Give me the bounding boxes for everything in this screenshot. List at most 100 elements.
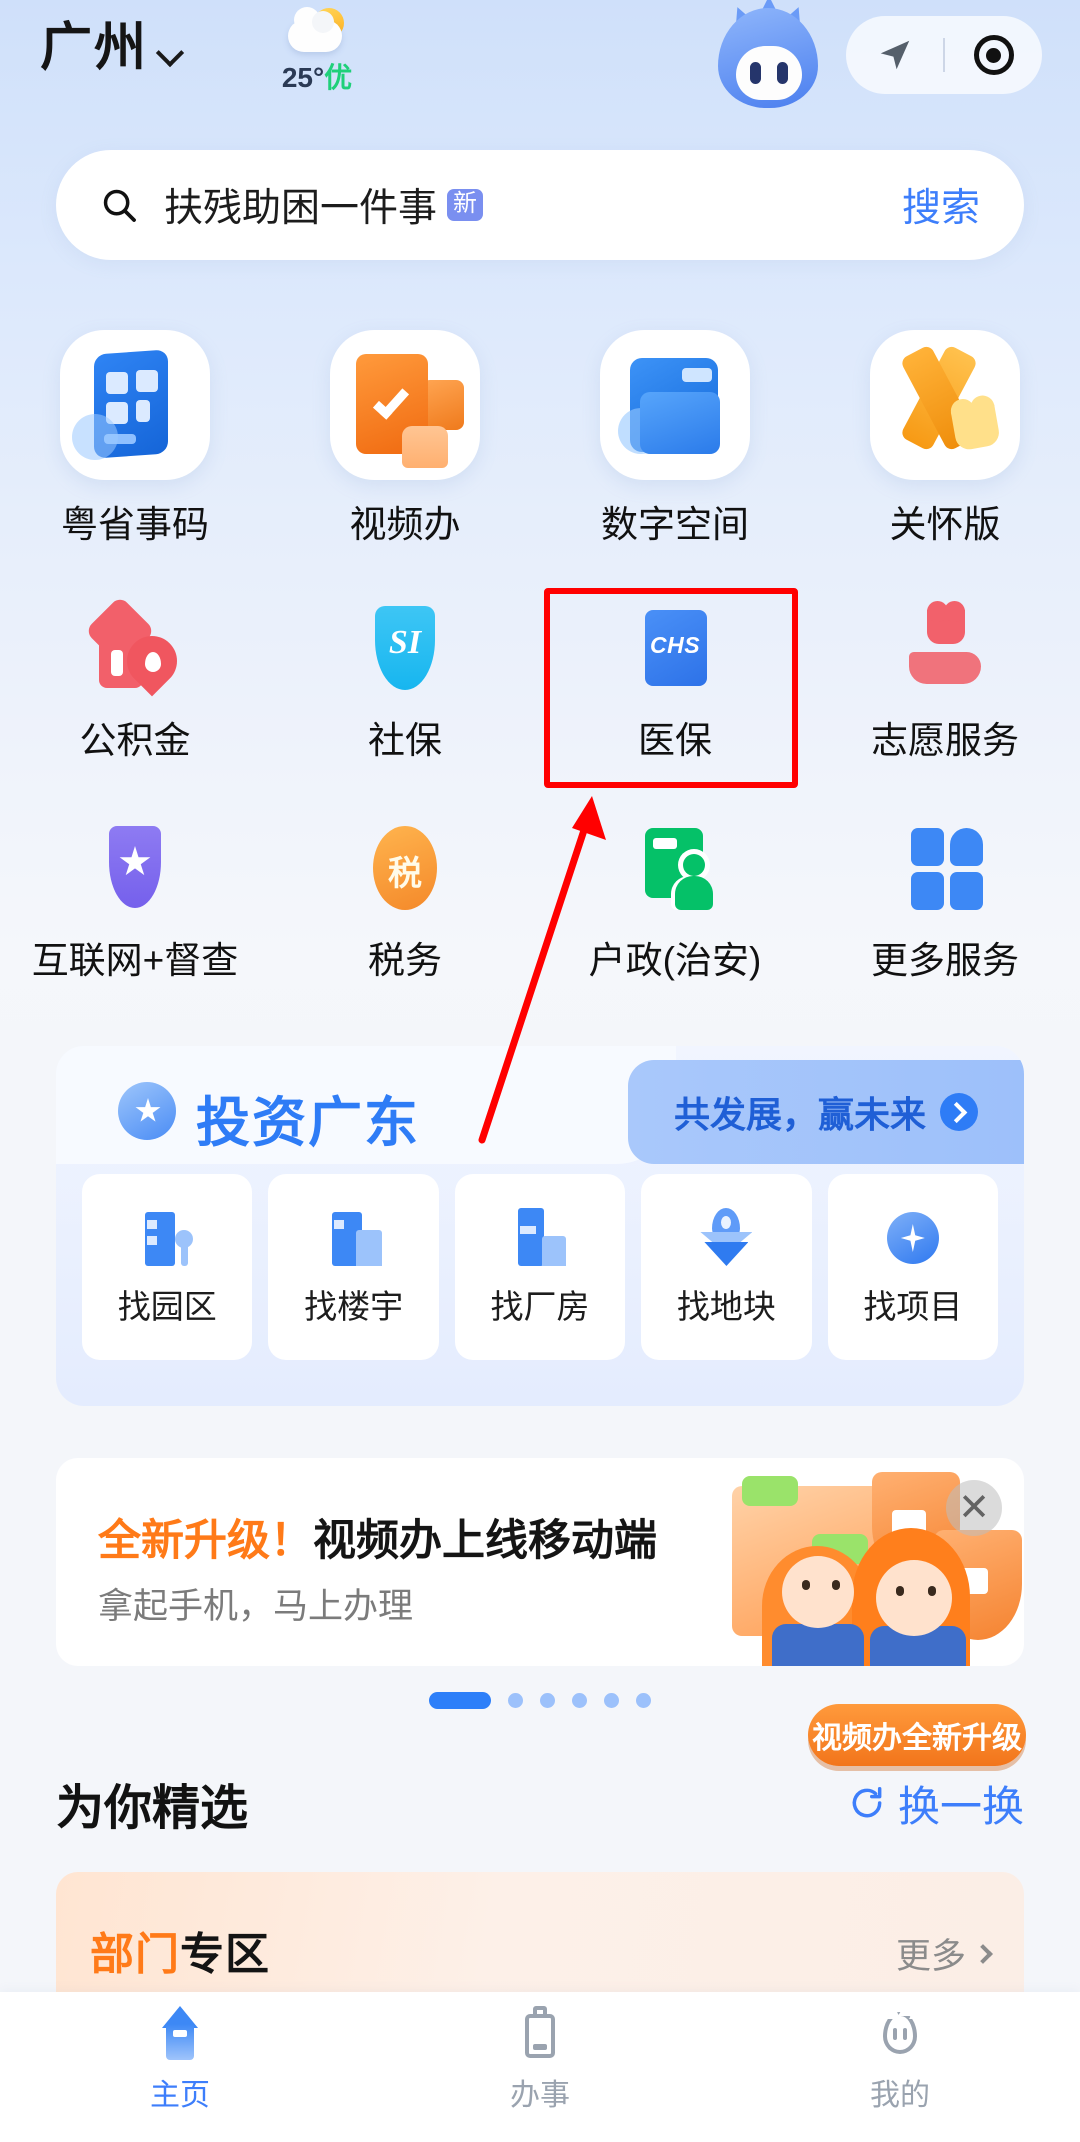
grid-item-more-services[interactable]: 更多服务 bbox=[810, 820, 1080, 984]
carousel-dot[interactable] bbox=[604, 1693, 619, 1708]
search-button[interactable]: 搜索 bbox=[902, 177, 980, 233]
search-input[interactable]: 扶残助困一件事 新 bbox=[164, 177, 902, 233]
home-icon bbox=[153, 2006, 207, 2060]
carousel-dot[interactable] bbox=[572, 1693, 587, 1708]
invest-card-header: 投资广东 共发展，赢未来 bbox=[56, 1046, 1024, 1174]
invest-tile-find-park[interactable]: 找园区 bbox=[82, 1174, 253, 1360]
invest-tile-label: 找项目 bbox=[863, 1288, 963, 1325]
app-root: 广州 25°优 扶残助困一件事 新 搜索 粤省事码 视频办 数字空间 关怀版 公… bbox=[0, 0, 1080, 2142]
refresh-icon bbox=[852, 1787, 882, 1818]
grid-item-label: 税务 bbox=[368, 940, 442, 981]
ad-promo-tag: 视频办全新升级 bbox=[808, 1704, 1026, 1766]
volunteer-heart-hand-icon bbox=[897, 600, 993, 696]
grid-item-label: 医保 bbox=[638, 720, 712, 761]
chevron-right-icon bbox=[973, 1943, 993, 1964]
partly-cloudy-icon bbox=[286, 7, 348, 54]
social-insurance-icon-text: SI bbox=[388, 624, 422, 661]
invest-tile-label: 找园区 bbox=[117, 1288, 217, 1325]
find-building-icon bbox=[322, 1206, 386, 1270]
invest-tile-find-factory[interactable]: 找厂房 bbox=[454, 1174, 626, 1360]
grid-item-social-insurance[interactable]: SI 社保 bbox=[270, 600, 540, 764]
navigation-arrow-button[interactable] bbox=[846, 16, 943, 94]
clipboard-icon bbox=[513, 2006, 567, 2060]
weather-widget[interactable]: 25°优 bbox=[252, 7, 382, 96]
featured-section-header: 为你精选 换一换 bbox=[0, 1758, 1080, 1848]
invest-tile-find-building[interactable]: 找楼宇 bbox=[268, 1174, 439, 1360]
bottom-tabbar: 主页 办事 我的 bbox=[0, 1992, 1080, 2142]
invest-tile-label: 找厂房 bbox=[490, 1288, 590, 1325]
video-service-icon bbox=[330, 330, 480, 480]
carousel-dot-active[interactable] bbox=[429, 1692, 491, 1709]
medical-insurance-chs-icon: CHS bbox=[627, 600, 723, 696]
department-zone-more-button[interactable]: 更多 bbox=[896, 1928, 993, 1979]
department-zone-title: 部门专区 bbox=[90, 1918, 270, 1982]
chevron-right-circle-icon bbox=[940, 1093, 978, 1131]
grid-item-label: 社保 bbox=[368, 720, 442, 761]
grid-item-video-service[interactable]: 视频办 bbox=[270, 330, 540, 548]
carousel-dot[interactable] bbox=[540, 1693, 555, 1708]
header: 广州 25°优 bbox=[0, 0, 1080, 130]
tab-label: 办事 bbox=[510, 2079, 570, 2112]
invest-tile-find-land[interactable]: 找地块 bbox=[641, 1174, 812, 1360]
grid-item-internet-supervision[interactable]: 互联网+督查 bbox=[0, 820, 270, 984]
ad-title-highlight: 全新升级！ bbox=[98, 1517, 313, 1565]
grid-item-label: 数字空间 bbox=[601, 504, 749, 545]
find-land-pin-icon bbox=[694, 1206, 758, 1270]
social-insurance-shield-icon: SI bbox=[357, 600, 453, 696]
grid-item-volunteer-service[interactable]: 志愿服务 bbox=[810, 600, 1080, 764]
find-park-icon bbox=[135, 1206, 199, 1270]
grid-item-household-police[interactable]: 户政(治安) bbox=[540, 820, 810, 984]
invest-guangdong-card[interactable]: 投资广东 共发展，赢未来 找园区 找楼宇 找厂房 找地块 找项目 bbox=[56, 1046, 1024, 1406]
temperature: 25° bbox=[281, 62, 325, 93]
ad-banner[interactable]: 全新升级！视频办上线移动端 拿起手机，马上办理 ✕ bbox=[56, 1458, 1024, 1666]
tax-icon: 税 bbox=[357, 820, 453, 916]
scan-button[interactable] bbox=[945, 16, 1042, 94]
grid-item-label: 粤省事码 bbox=[61, 504, 209, 545]
invest-tile-label: 找楼宇 bbox=[304, 1288, 404, 1325]
grid-item-yue-code[interactable]: 粤省事码 bbox=[0, 330, 270, 548]
invest-tile-find-project[interactable]: 找项目 bbox=[827, 1174, 999, 1360]
featured-refresh-button[interactable]: 换一换 bbox=[848, 1773, 1024, 1834]
invest-tile-label: 找地块 bbox=[676, 1288, 776, 1325]
ad-promo-tag-label: 视频办全新升级 bbox=[812, 1722, 1022, 1755]
search-query-text: 扶残助困一件事 bbox=[164, 187, 438, 230]
featured-title: 为你精选 bbox=[56, 1782, 249, 1835]
carousel-dots[interactable] bbox=[0, 1692, 1080, 1709]
carousel-dot[interactable] bbox=[636, 1693, 651, 1708]
invest-guangdong-logo-icon bbox=[118, 1082, 176, 1140]
air-quality: 优 bbox=[324, 62, 353, 93]
tax-icon-text: 税 bbox=[388, 855, 422, 893]
grid-item-care-version[interactable]: 关怀版 bbox=[810, 330, 1080, 548]
grid-item-label: 户政(治安) bbox=[588, 940, 762, 981]
grid-item-label: 志愿服务 bbox=[871, 720, 1019, 761]
grid-item-digital-space[interactable]: 数字空间 bbox=[540, 330, 810, 548]
search-bar[interactable]: 扶残助困一件事 新 搜索 bbox=[56, 150, 1024, 260]
search-new-badge: 新 bbox=[447, 189, 484, 221]
chs-icon-text: CHS bbox=[649, 632, 701, 658]
grid-item-label: 视频办 bbox=[349, 504, 461, 545]
tab-services[interactable]: 办事 bbox=[360, 1992, 720, 2142]
tab-home[interactable]: 主页 bbox=[0, 1992, 360, 2142]
supervision-star-shield-icon bbox=[87, 820, 183, 916]
digital-space-folder-icon bbox=[600, 330, 750, 480]
mascot-avatar-icon[interactable] bbox=[712, 0, 824, 112]
tab-label: 我的 bbox=[870, 2079, 930, 2112]
yue-code-icon bbox=[60, 330, 210, 480]
invest-slogan-text: 共发展，赢未来 bbox=[673, 1094, 926, 1135]
weather-readout: 25°优 bbox=[282, 56, 352, 96]
ad-close-button[interactable]: ✕ bbox=[946, 1480, 1002, 1536]
grid-item-tax[interactable]: 税 税务 bbox=[270, 820, 540, 984]
find-factory-icon bbox=[508, 1206, 572, 1270]
invest-slogan-button[interactable]: 共发展，赢未来 bbox=[628, 1060, 1024, 1164]
grid-item-medical-insurance[interactable]: CHS 医保 bbox=[540, 600, 810, 764]
close-icon: ✕ bbox=[958, 1487, 990, 1529]
city-selector[interactable]: 广州 bbox=[40, 22, 182, 74]
grid-item-housing-fund[interactable]: 公积金 bbox=[0, 595, 270, 764]
search-icon bbox=[103, 189, 136, 222]
chevron-down-icon bbox=[160, 43, 182, 65]
household-id-card-icon bbox=[627, 820, 723, 916]
carousel-dot[interactable] bbox=[508, 1693, 523, 1708]
grid-item-label: 公积金 bbox=[79, 720, 191, 761]
tab-profile[interactable]: 我的 bbox=[720, 1992, 1080, 2142]
featured-refresh-label: 换一换 bbox=[897, 1782, 1024, 1830]
